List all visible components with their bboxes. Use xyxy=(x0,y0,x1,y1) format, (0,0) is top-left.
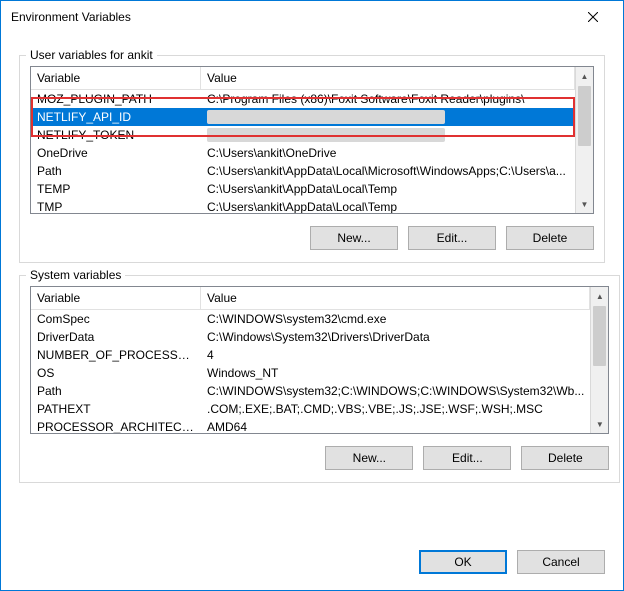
scroll-up-icon[interactable]: ▲ xyxy=(591,287,608,305)
scroll-down-icon[interactable]: ▼ xyxy=(576,195,593,213)
cell-variable: ComSpec xyxy=(31,311,201,327)
table-row[interactable]: NETLIFY_TOKEN███████████████████████████… xyxy=(31,126,575,144)
cell-value: C:\Users\ankit\AppData\Local\Microsoft\W… xyxy=(201,163,575,179)
scroll-down-icon[interactable]: ▼ xyxy=(591,415,608,433)
table-row[interactable]: NETLIFY_API_ID██████████████████████████… xyxy=(31,108,575,126)
user-scrollbar[interactable]: ▲ ▼ xyxy=(575,67,593,213)
table-row[interactable]: TEMPC:\Users\ankit\AppData\Local\Temp xyxy=(31,180,575,198)
cell-value: C:\Users\ankit\AppData\Local\Temp xyxy=(201,181,575,197)
header-variable[interactable]: Variable xyxy=(31,287,201,309)
user-variables-group: User variables for ankit Variable Value … xyxy=(19,55,605,263)
ok-button[interactable]: OK xyxy=(419,550,507,574)
cell-variable: NETLIFY_TOKEN xyxy=(31,127,201,143)
cell-variable: NUMBER_OF_PROCESSORS xyxy=(31,347,201,363)
table-row[interactable]: PathC:\Users\ankit\AppData\Local\Microso… xyxy=(31,162,575,180)
cell-value: AMD64 xyxy=(201,419,590,433)
cancel-button[interactable]: Cancel xyxy=(517,550,605,574)
table-row[interactable]: DriverDataC:\Windows\System32\Drivers\Dr… xyxy=(31,328,590,346)
dialog-content: User variables for ankit Variable Value … xyxy=(1,33,623,538)
header-value[interactable]: Value xyxy=(201,67,575,89)
system-edit-button[interactable]: Edit... xyxy=(423,446,511,470)
window-title: Environment Variables xyxy=(11,10,570,24)
system-variables-group: System variables Variable Value ComSpecC… xyxy=(19,275,620,483)
user-list-header: Variable Value xyxy=(31,67,575,90)
user-edit-button[interactable]: Edit... xyxy=(408,226,496,250)
system-new-button[interactable]: New... xyxy=(325,446,413,470)
cell-variable: MOZ_PLUGIN_PATH xyxy=(31,91,201,107)
cell-variable: TEMP xyxy=(31,181,201,197)
cell-value: ████████████████████████████ xyxy=(201,109,575,125)
table-row[interactable]: ComSpecC:\WINDOWS\system32\cmd.exe xyxy=(31,310,590,328)
cell-variable: PROCESSOR_ARCHITECTURE xyxy=(31,419,201,433)
header-variable[interactable]: Variable xyxy=(31,67,201,89)
cell-value: C:\WINDOWS\system32;C:\WINDOWS;C:\WINDOW… xyxy=(201,383,590,399)
user-variables-list: Variable Value MOZ_PLUGIN_PATHC:\Program… xyxy=(30,66,594,214)
cell-variable: Path xyxy=(31,163,201,179)
cell-value: 4 xyxy=(201,347,590,363)
system-delete-button[interactable]: Delete xyxy=(521,446,609,470)
scroll-thumb[interactable] xyxy=(593,306,606,366)
cell-variable: NETLIFY_API_ID xyxy=(31,109,201,125)
table-row[interactable]: TMPC:\Users\ankit\AppData\Local\Temp xyxy=(31,198,575,213)
table-row[interactable]: NUMBER_OF_PROCESSORS4 xyxy=(31,346,590,364)
scroll-up-icon[interactable]: ▲ xyxy=(576,67,593,85)
system-variables-label: System variables xyxy=(26,268,125,282)
user-variables-label: User variables for ankit xyxy=(26,48,157,62)
user-delete-button[interactable]: Delete xyxy=(506,226,594,250)
table-row[interactable]: OneDriveC:\Users\ankit\OneDrive xyxy=(31,144,575,162)
table-row[interactable]: PROCESSOR_ARCHITECTUREAMD64 xyxy=(31,418,590,433)
close-button[interactable] xyxy=(570,2,615,32)
titlebar: Environment Variables xyxy=(1,1,623,33)
cell-value: .COM;.EXE;.BAT;.CMD;.VBS;.VBE;.JS;.JSE;.… xyxy=(201,401,590,417)
cell-value: Windows_NT xyxy=(201,365,590,381)
cell-variable: DriverData xyxy=(31,329,201,345)
cell-variable: OneDrive xyxy=(31,145,201,161)
cell-value: C:\Program Files (x86)\Foxit Software\Fo… xyxy=(201,91,575,107)
cell-value: C:\WINDOWS\system32\cmd.exe xyxy=(201,311,590,327)
header-value[interactable]: Value xyxy=(201,287,590,309)
system-button-row: New... Edit... Delete xyxy=(30,446,609,470)
table-row[interactable]: MOZ_PLUGIN_PATHC:\Program Files (x86)\Fo… xyxy=(31,90,575,108)
dialog-footer: OK Cancel xyxy=(1,538,623,590)
system-scrollbar[interactable]: ▲ ▼ xyxy=(590,287,608,433)
cell-value: C:\Users\ankit\OneDrive xyxy=(201,145,575,161)
cell-value: ████████████████████████████ xyxy=(201,127,575,143)
user-button-row: New... Edit... Delete xyxy=(30,226,594,250)
cell-variable: Path xyxy=(31,383,201,399)
user-new-button[interactable]: New... xyxy=(310,226,398,250)
scroll-thumb[interactable] xyxy=(578,86,591,146)
system-list-header: Variable Value xyxy=(31,287,590,310)
system-variables-list: Variable Value ComSpecC:\WINDOWS\system3… xyxy=(30,286,609,434)
table-row[interactable]: PathC:\WINDOWS\system32;C:\WINDOWS;C:\WI… xyxy=(31,382,590,400)
cell-value: C:\Users\ankit\AppData\Local\Temp xyxy=(201,199,575,213)
table-row[interactable]: PATHEXT.COM;.EXE;.BAT;.CMD;.VBS;.VBE;.JS… xyxy=(31,400,590,418)
table-row[interactable]: OSWindows_NT xyxy=(31,364,590,382)
cell-variable: PATHEXT xyxy=(31,401,201,417)
cell-value: C:\Windows\System32\Drivers\DriverData xyxy=(201,329,590,345)
cell-variable: OS xyxy=(31,365,201,381)
environment-variables-window: Environment Variables User variables for… xyxy=(0,0,624,591)
cell-variable: TMP xyxy=(31,199,201,213)
